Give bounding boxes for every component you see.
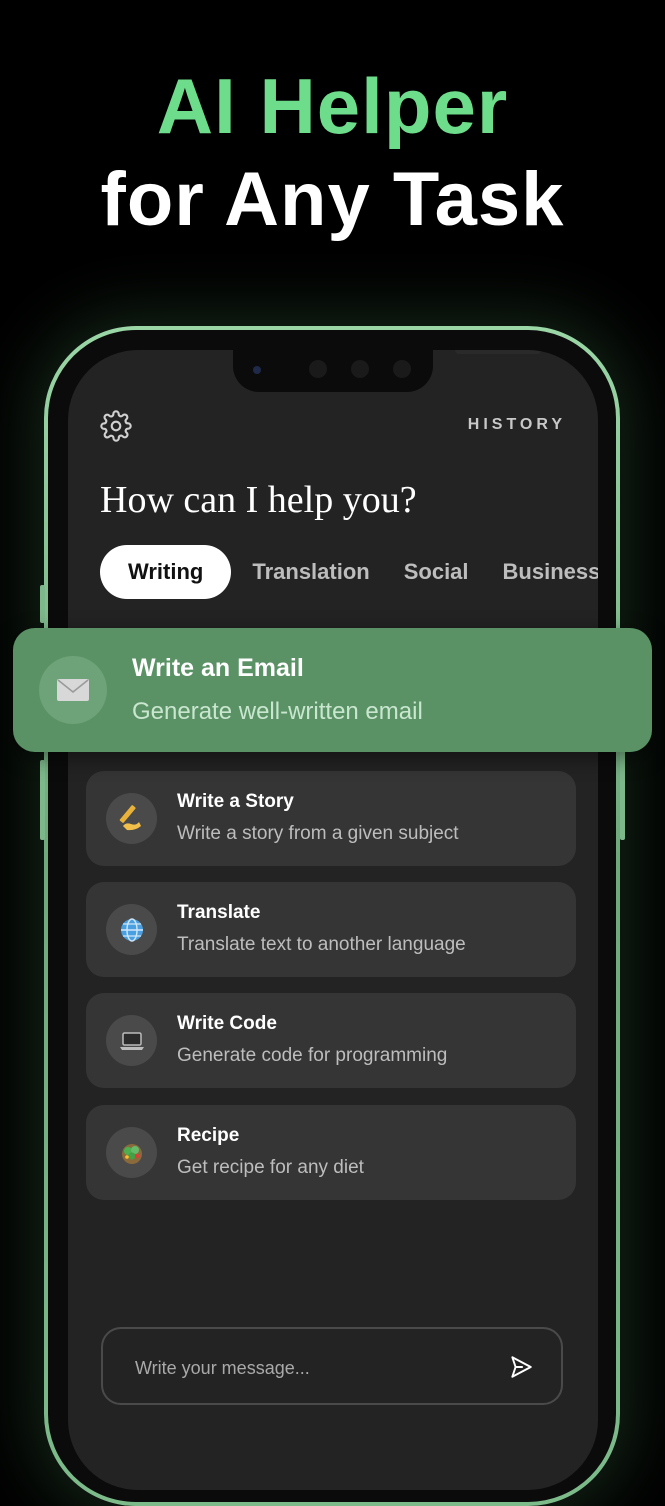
page-title: How can I help you? (100, 479, 417, 521)
notch-speaker (455, 350, 541, 354)
card-title: Translate (177, 902, 261, 923)
salad-icon (106, 1127, 157, 1178)
globe-icon (106, 904, 157, 955)
laptop-icon (106, 1015, 157, 1066)
task-card-recipe[interactable]: Recipe Get recipe for any diet (86, 1105, 576, 1200)
envelope-icon (39, 656, 107, 724)
task-card-write-story[interactable]: Write a Story Write a story from a given… (86, 771, 576, 866)
front-camera (253, 366, 261, 374)
send-button[interactable] (507, 1353, 535, 1381)
sensor-dot (351, 360, 369, 378)
card-subtitle: Generate code for programming (177, 1045, 448, 1066)
settings-button[interactable] (100, 410, 132, 442)
phone-volume-down (40, 760, 45, 840)
writing-hand-icon (106, 793, 157, 844)
phone-notch (233, 350, 541, 392)
sensor-dot (393, 360, 411, 378)
featured-title: Write an Email (132, 654, 304, 682)
tab-business[interactable]: Business (486, 545, 598, 599)
featured-task-write-email[interactable]: Write an Email Generate well-written ema… (13, 628, 652, 752)
tab-social[interactable]: Social (387, 545, 486, 599)
card-subtitle: Write a story from a given subject (177, 823, 459, 844)
history-button[interactable]: HISTORY (468, 416, 566, 434)
phone-side-button (40, 585, 45, 623)
hero-headline: AI Helper for Any Task (0, 60, 665, 248)
tab-translation[interactable]: Translation (235, 545, 386, 599)
featured-subtitle: Generate well-written email (132, 698, 423, 725)
card-title: Recipe (177, 1125, 240, 1146)
message-composer (101, 1327, 563, 1405)
sensor-dot (309, 360, 327, 378)
gear-icon (100, 410, 132, 442)
card-subtitle: Get recipe for any diet (177, 1157, 364, 1178)
send-icon (511, 1356, 532, 1378)
hero-title: AI Helper (156, 62, 509, 150)
task-card-translate[interactable]: Translate Translate text to another lang… (86, 882, 576, 977)
phone-screen: HISTORY How can I help you? Writing Trans… (68, 350, 598, 1490)
tab-writing[interactable]: Writing (100, 545, 232, 599)
hero-subtitle: for Any Task (100, 157, 565, 242)
task-card-write-code[interactable]: Write Code Generate code for programming (86, 993, 576, 1088)
message-input[interactable] (133, 1347, 497, 1389)
card-title: Write Code (177, 1013, 277, 1034)
card-title: Write a Story (177, 791, 294, 812)
card-subtitle: Translate text to another language (177, 934, 466, 955)
category-tabs: Writing Translation Social Business (100, 545, 598, 601)
